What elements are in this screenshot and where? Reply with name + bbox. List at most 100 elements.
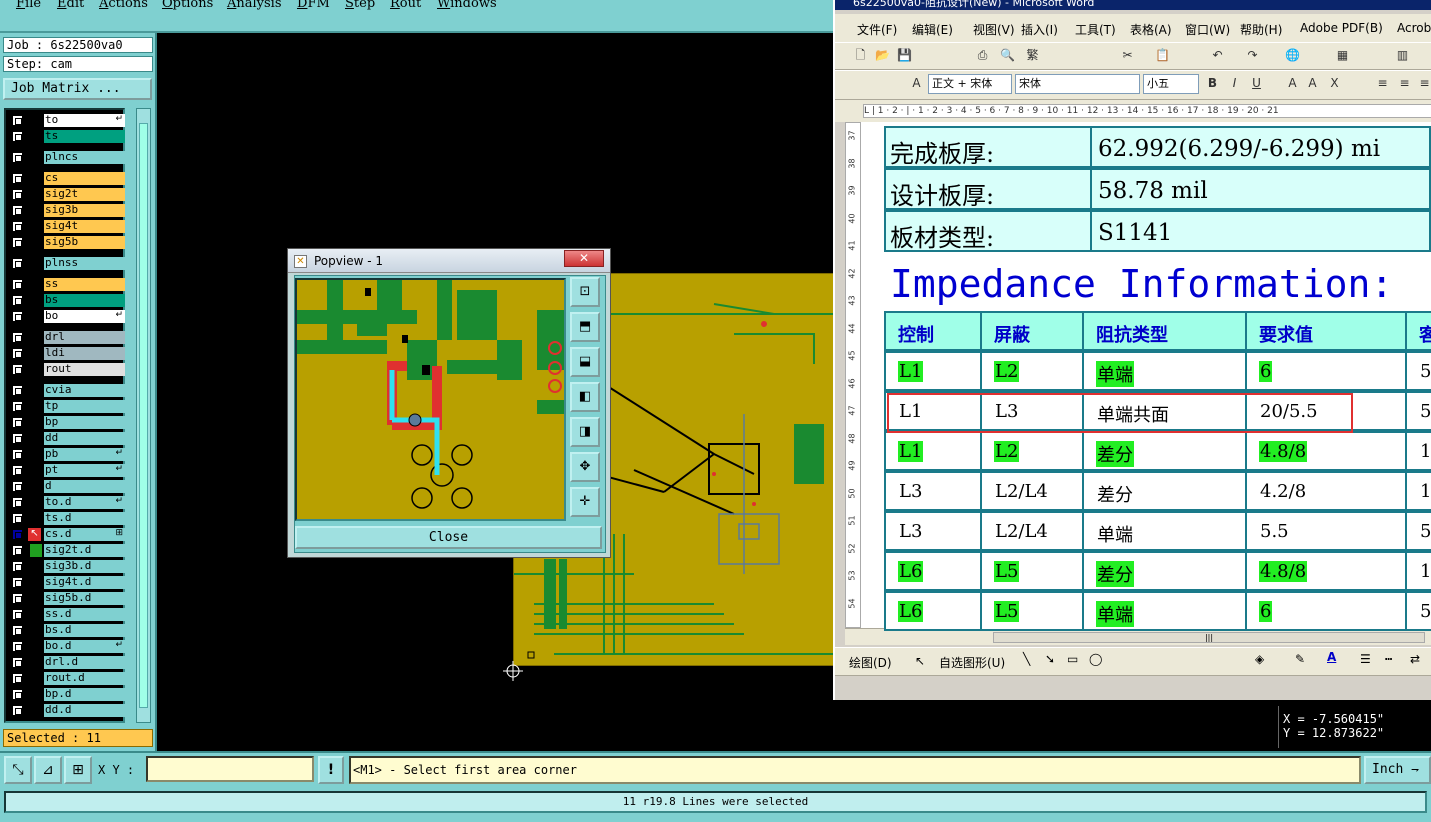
layer-name[interactable]: bs.d bbox=[44, 624, 125, 637]
layer-checkbox[interactable] bbox=[12, 497, 23, 508]
table-icon[interactable]: ▦ bbox=[1335, 48, 1350, 63]
layer-row[interactable]: ↖ cs.d ⊞ bbox=[8, 528, 125, 541]
layer-row[interactable]: sig5b bbox=[8, 236, 125, 249]
horizontal-ruler[interactable]: L | 1 · 2 · | · 1 · 2 · 3 · 4 · 5 · 6 · … bbox=[835, 100, 1431, 122]
layer-row[interactable]: pb ↵ bbox=[8, 448, 125, 461]
layer-name[interactable]: drl.d bbox=[44, 656, 125, 669]
layer-name[interactable]: dd.d bbox=[44, 704, 125, 717]
layer-checkbox[interactable] bbox=[12, 545, 23, 556]
layer-name[interactable]: ss.d bbox=[44, 608, 125, 621]
layer-row[interactable]: tp bbox=[8, 400, 125, 413]
zoom-fit-icon[interactable]: ⊡ bbox=[570, 277, 600, 307]
layer-checkbox[interactable] bbox=[12, 657, 23, 668]
traditional-chinese-icon[interactable]: 繁 bbox=[1025, 48, 1040, 63]
autoshape-menu[interactable]: 自选图形(U) bbox=[939, 654, 1005, 671]
layer-checkbox[interactable] bbox=[12, 364, 23, 375]
layer-row[interactable]: sig4t.d bbox=[8, 576, 125, 589]
layer-checkbox[interactable] bbox=[12, 131, 23, 142]
layer-checkbox[interactable] bbox=[12, 433, 23, 444]
pan-left-icon[interactable]: ◧ bbox=[570, 382, 600, 412]
layer-checkbox[interactable] bbox=[12, 295, 23, 306]
word-menu-table[interactable]: 表格(A) bbox=[1130, 21, 1172, 38]
units-select[interactable]: Inch ⇁ bbox=[1364, 756, 1431, 784]
layer-name[interactable]: rout bbox=[44, 363, 125, 376]
job-matrix-button[interactable]: Job Matrix ... bbox=[3, 78, 152, 100]
layer-checkbox[interactable] bbox=[12, 673, 23, 684]
pan-down-icon[interactable]: ⬓ bbox=[570, 347, 600, 377]
layer-name[interactable]: ts.d bbox=[44, 512, 125, 525]
layer-row[interactable]: rout.d bbox=[8, 672, 125, 685]
char-border-icon[interactable]: A bbox=[1285, 76, 1300, 91]
layer-row[interactable]: drl.d bbox=[8, 656, 125, 669]
layer-name[interactable]: dd bbox=[44, 432, 125, 445]
exclaim-button[interactable]: ! bbox=[318, 756, 344, 784]
arrow-icon[interactable]: ➘ bbox=[1045, 652, 1055, 666]
layer-checkbox[interactable] bbox=[12, 401, 23, 412]
layer-name[interactable]: sig5b.d bbox=[44, 592, 125, 605]
layer-row[interactable]: sig5b.d bbox=[8, 592, 125, 605]
italic-icon[interactable]: I bbox=[1227, 76, 1242, 91]
layer-checkbox[interactable] bbox=[12, 481, 23, 492]
vertical-ruler[interactable]: 37 38 39 40 41 42 43 44 45 46 47 48 49 50 51 52 53 54 bbox=[845, 122, 861, 628]
layer-checkbox[interactable] bbox=[12, 279, 23, 290]
layer-checkbox[interactable] bbox=[12, 311, 23, 322]
redo-icon[interactable]: ↷ bbox=[1245, 48, 1260, 63]
layer-row[interactable]: sig3b.d bbox=[8, 560, 125, 573]
layer-name[interactable]: plncs bbox=[44, 151, 125, 164]
layer-checkbox[interactable] bbox=[12, 258, 23, 269]
word-menu-window[interactable]: 窗口(W) bbox=[1185, 21, 1230, 38]
line-icon[interactable]: ╲ bbox=[1023, 652, 1030, 666]
layer-name[interactable]: d bbox=[44, 480, 125, 493]
grid-icon[interactable]: ⊞ bbox=[64, 756, 92, 784]
layer-name[interactable]: bo.d bbox=[44, 640, 125, 653]
fill-color-icon[interactable]: ◈ bbox=[1255, 652, 1264, 666]
layer-row[interactable]: to.d ↵ bbox=[8, 496, 125, 509]
paste-icon[interactable]: 📋 bbox=[1155, 48, 1170, 63]
popview-close-icon[interactable]: ✕ bbox=[564, 250, 604, 267]
word-menu-insert[interactable]: 插入(I) bbox=[1021, 21, 1058, 38]
layer-name[interactable]: pt bbox=[44, 464, 125, 477]
underline-icon[interactable]: U bbox=[1249, 76, 1264, 91]
layer-row[interactable]: bo ↵ bbox=[8, 310, 125, 323]
oval-icon[interactable]: ◯ bbox=[1089, 652, 1102, 666]
zoom-out-icon[interactable]: ✥ bbox=[570, 452, 600, 482]
layer-checkbox[interactable] bbox=[12, 529, 23, 540]
draw-menu[interactable]: 绘图(D) bbox=[849, 654, 892, 671]
layer-checkbox[interactable] bbox=[12, 385, 23, 396]
char-shading-icon[interactable]: A bbox=[1305, 76, 1320, 91]
layer-row[interactable]: ts.d bbox=[8, 512, 125, 525]
word-menu-file[interactable]: 文件(F) bbox=[857, 21, 897, 38]
layer-name[interactable]: ss bbox=[44, 278, 125, 291]
layer-row[interactable]: ldi bbox=[8, 347, 125, 360]
word-menu-acrobat[interactable]: Acrobat bbox=[1397, 21, 1431, 35]
undo-icon[interactable]: ↶ bbox=[1210, 48, 1225, 63]
align-left-icon[interactable]: ≡ bbox=[1375, 76, 1390, 91]
layer-checkbox[interactable] bbox=[12, 609, 23, 620]
layer-row[interactable]: cs bbox=[8, 172, 125, 185]
layer-row[interactable]: sig4t bbox=[8, 220, 125, 233]
scroll-thumb[interactable] bbox=[139, 123, 148, 708]
layer-row[interactable]: cvia bbox=[8, 384, 125, 397]
save-icon[interactable]: 💾 bbox=[897, 48, 912, 63]
layer-name[interactable]: plnss bbox=[44, 257, 125, 270]
layer-row[interactable]: drl bbox=[8, 331, 125, 344]
layer-row[interactable]: bo.d ↵ bbox=[8, 640, 125, 653]
word-menu-view[interactable]: 视图(V) bbox=[973, 21, 1015, 38]
scroll-thumb[interactable]: ||| bbox=[993, 632, 1425, 643]
menu-windows[interactable]: Windows bbox=[437, 0, 497, 11]
layer-row[interactable]: to ↵ bbox=[8, 114, 125, 127]
layer-name[interactable]: bp.d bbox=[44, 688, 125, 701]
pan-right-icon[interactable]: ◨ bbox=[570, 417, 600, 447]
char-scale-icon[interactable]: X bbox=[1327, 76, 1342, 91]
layer-row[interactable]: sig2t.d bbox=[8, 544, 125, 557]
layer-row[interactable]: bp.d bbox=[8, 688, 125, 701]
layer-checkbox[interactable] bbox=[12, 332, 23, 343]
layer-name[interactable]: bo bbox=[44, 310, 125, 323]
layer-row[interactable]: sig2t bbox=[8, 188, 125, 201]
layer-row[interactable]: plnss bbox=[8, 257, 125, 270]
layer-checkbox[interactable] bbox=[12, 152, 23, 163]
layer-row[interactable]: bs bbox=[8, 294, 125, 307]
layer-name[interactable]: bp bbox=[44, 416, 125, 429]
layer-row[interactable]: dd.d bbox=[8, 704, 125, 717]
layer-name[interactable]: sig4t.d bbox=[44, 576, 125, 589]
